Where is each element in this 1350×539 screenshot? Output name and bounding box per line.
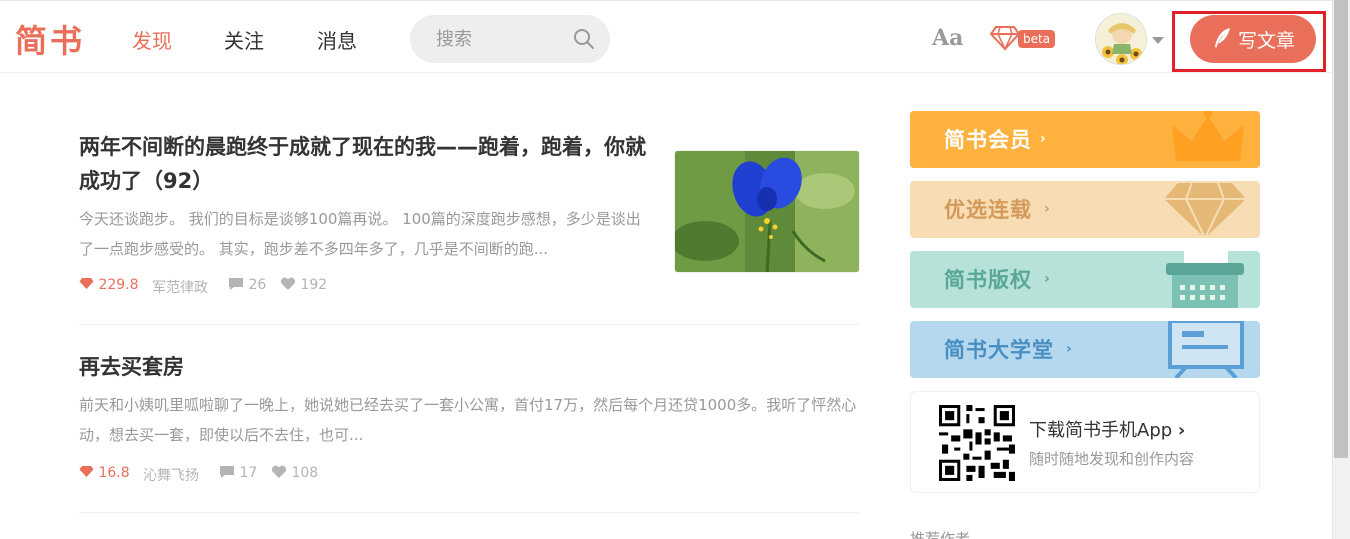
heart-icon: [280, 277, 296, 290]
article-title[interactable]: 两年不间断的晨跑终于成就了现在的我——跑着，跑着，你就成功了（92）: [79, 130, 649, 198]
nav-follow[interactable]: 关注: [224, 25, 264, 54]
chevron-down-icon[interactable]: [1152, 37, 1164, 44]
banner-copyright[interactable]: 简书版权 ›: [910, 251, 1260, 308]
comments[interactable]: 26: [228, 277, 266, 293]
score-value: 16.8: [98, 465, 130, 481]
chevron-right-icon: ›: [1066, 341, 1072, 357]
banner-serial[interactable]: 优选连载 ›: [910, 181, 1260, 238]
font-setting-toggle[interactable]: Aa: [932, 25, 963, 51]
banner-label: 优选连载: [944, 198, 1032, 222]
monitor-icon: [1168, 321, 1244, 378]
search-input[interactable]: [436, 27, 566, 51]
banner-university[interactable]: 简书大学堂 ›: [910, 321, 1260, 378]
comment-icon: [229, 278, 243, 290]
author-name[interactable]: 沁舞飞扬: [143, 465, 199, 485]
like-count: 192: [300, 277, 328, 293]
diamond-icon: [990, 26, 1020, 51]
article-abstract: 前天和小姨叽里呱啦聊了一晚上，她说她已经去买了一套小公寓，首付17万，然后每个月…: [79, 396, 857, 444]
write-article-label: 写文章: [1238, 30, 1296, 52]
recommended-authors-header: 推荐作者: [910, 530, 971, 539]
comment-count: 17: [239, 465, 258, 481]
banner-label: 简书版权: [944, 268, 1032, 292]
app-download-title[interactable]: 下载简书手机App ›: [1029, 416, 1185, 442]
like-count: 108: [291, 465, 319, 481]
site-logo[interactable]: 简书: [15, 16, 85, 62]
comments[interactable]: 17: [219, 465, 257, 481]
nav-messages[interactable]: 消息: [317, 25, 357, 54]
chevron-right-icon: ›: [1044, 201, 1050, 217]
scrollbar-thumb[interactable]: [1334, 0, 1348, 458]
comment-count: 26: [248, 277, 267, 293]
app-download-subtitle: 随时随地发现和创作内容: [1029, 450, 1195, 468]
score: 229.8: [79, 277, 139, 293]
diamond-icon: [79, 466, 94, 477]
banner-membership[interactable]: 简书会员 ›: [910, 111, 1260, 168]
diamond-icon: [1164, 182, 1246, 238]
heart-icon: [271, 465, 287, 478]
chevron-right-icon: ›: [1044, 271, 1050, 287]
diamond-icon: [79, 278, 94, 289]
score: 16.8: [79, 465, 130, 481]
user-avatar[interactable]: [1095, 13, 1147, 65]
top-navbar: 简书 发现 关注 消息 Aa beta: [0, 0, 1332, 73]
banner-label: 简书会员: [944, 128, 1032, 152]
list-item: 两年不间断的晨跑终于成就了现在的我——跑着，跑着，你就成功了（92） 今天还谈跑…: [79, 130, 860, 325]
search-icon[interactable]: [572, 27, 596, 51]
write-article-button[interactable]: 写文章: [1190, 15, 1316, 63]
article-meta: 229.8 军范律政 26 192: [79, 277, 479, 297]
score-value: 229.8: [98, 277, 139, 293]
article-title[interactable]: 再去买套房: [79, 350, 860, 384]
crown-icon: [1172, 111, 1244, 161]
search-box: [410, 15, 610, 63]
typewriter-icon: [1166, 251, 1244, 308]
list-item: 再去买套房 前天和小姨叽里呱啦聊了一晚上，她说她已经去买了一套小公寓，首付17万…: [79, 350, 860, 513]
beta-badge: beta: [1018, 30, 1056, 48]
chevron-right-icon: ›: [1177, 420, 1186, 441]
comment-icon: [220, 466, 234, 478]
author-name[interactable]: 军范律政: [152, 277, 208, 297]
article-thumbnail[interactable]: [674, 150, 860, 273]
nav-discover[interactable]: 发现: [132, 25, 172, 54]
chevron-right-icon: ›: [1040, 131, 1046, 147]
article-meta: 16.8 沁舞飞扬 17 108: [79, 465, 479, 485]
article-abstract: 今天还谈跑步。 我们的目标是谈够100篇再说。 100篇的深度跑步感想，多少是谈…: [79, 210, 641, 258]
qr-code-icon: [939, 405, 1015, 481]
download-app-card[interactable]: 下载简书手机App › 随时随地发现和创作内容: [910, 391, 1260, 493]
quill-pen-icon: [1215, 28, 1230, 48]
likes: 108: [271, 465, 318, 481]
banner-label: 简书大学堂: [944, 338, 1054, 362]
likes: 192: [280, 277, 327, 293]
